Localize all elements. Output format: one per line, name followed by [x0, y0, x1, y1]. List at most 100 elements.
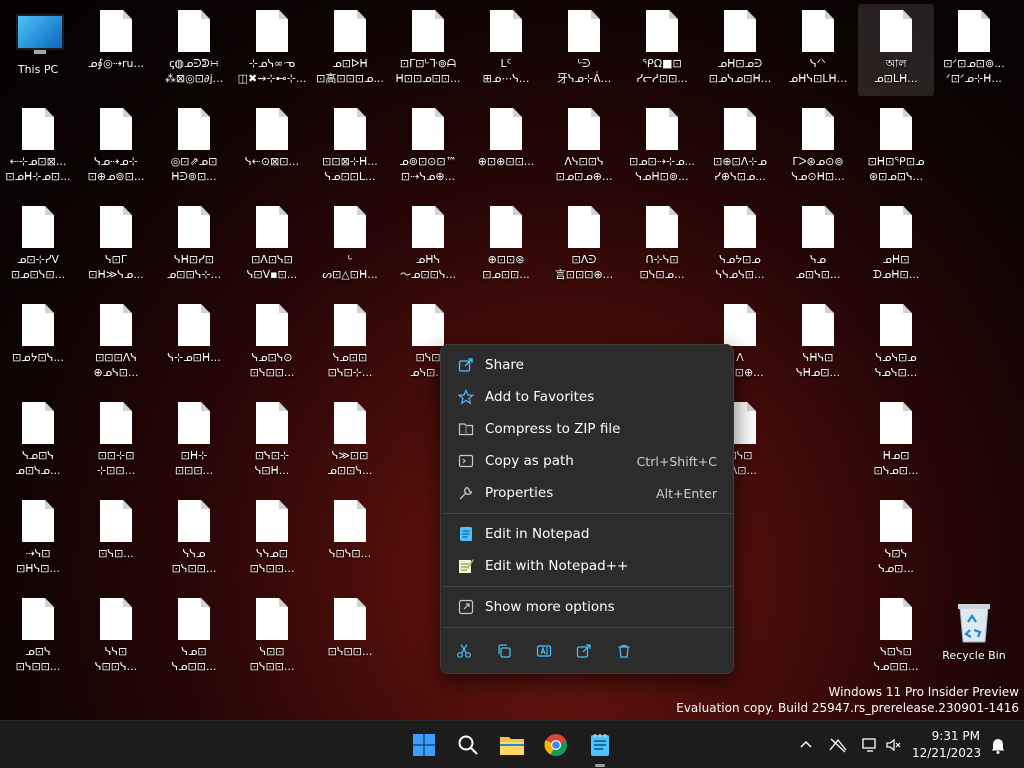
menu-item-add-to-favorites[interactable]: Add to Favorites — [447, 382, 727, 412]
desktop-file-icon[interactable]: ᒡᕭ 牙ᓭᓄ⊹ᕖ... — [546, 4, 622, 96]
search-button[interactable] — [452, 729, 484, 761]
desktop-file-icon[interactable]: ᓭ⊹ᓄ⊡ᕼ... — [156, 298, 232, 390]
desktop-file-icon[interactable]: ᓄᕼᓭ 〜ᓄ⊡⊡ᓭ... — [390, 200, 466, 292]
desktop-file-label: ᓭᕼᓭ⊡ ᓭᕼᓄ⊡... — [796, 351, 840, 379]
desktop-file-icon[interactable]: ⊡ᓭ⊡⊹ ᓭ⊡ᕼ... — [234, 396, 310, 488]
desktop-file-icon[interactable]: ᓭᓭᓄ⊡ ⊡ᓭ⊡⊡... — [234, 494, 310, 586]
desktop-file-icon[interactable]: ᓭ⊡ᒥ ⊡ᕼ≫ᓭᓄ... — [78, 200, 154, 292]
file-explorer-button[interactable] — [496, 729, 528, 761]
desktop-file-icon[interactable]: ⊕⊡⊡⊛ ⊡ᓄ⊡⊡... — [468, 200, 544, 292]
desktop-file-icon[interactable]: ⊡⊡⊠⊹ᕼ... ᓭᓄ⊡⊡ᒪ... — [312, 102, 388, 194]
desktop-file-icon[interactable]: ᐱᓭ⊡⊡ᓭ ⊡ᓄ⊡ᓄ⊕... — [546, 102, 622, 194]
file-icon — [490, 10, 522, 52]
notepad-button[interactable] — [584, 729, 616, 761]
recycle-bin-icon[interactable]: Recycle Bin — [936, 596, 1012, 688]
start-button[interactable] — [408, 729, 440, 761]
desktop-file-icon[interactable]: ᓭᓄ⇢ᓄ⊹ ⊡⊕ᓄ⊚⊡... — [78, 102, 154, 194]
desktop-file-icon[interactable]: ⊡ᕼ⊡ᕿ⊡ᓄ ⊛⊡ᓄ⊡ᓭ... — [858, 102, 934, 194]
desktop-file-icon[interactable]: ᓭᓄ⊡⊡ ⊡ᓭ⊡⊹... — [312, 298, 388, 390]
chrome-button[interactable] — [540, 729, 572, 761]
desktop-file-icon[interactable]: ᓭ⊡ᓭ⊡... — [312, 494, 388, 586]
desktop-file-icon[interactable]: ᓄ⊡ᐅᕼ ⊡高⊡⊡⊡ᓄ... — [312, 4, 388, 96]
desktop-file-icon[interactable]: ᓭᕼᓭ⊡ ᓭᕼᓄ⊡... — [780, 298, 856, 390]
desktop-file-icon[interactable]: ᓄᕼ⊡ ᗪᓄᕼ⊡... — [858, 200, 934, 292]
volume-button[interactable] — [882, 733, 906, 757]
menu-item-copy-as-path[interactable]: Copy as path Ctrl+Shift+C — [447, 446, 727, 476]
desktop-file-icon[interactable]: ᓭᓄᔭ⊡ᓄ ᓭᓭᓄᓭ⊡... — [702, 200, 778, 292]
menu-item-edit-in-notepad[interactable]: Edit in Notepad — [447, 519, 727, 549]
desktop-file-icon[interactable]: ⊡ᓭ⊡⊡... — [312, 592, 388, 684]
notifications-button[interactable] — [986, 733, 1010, 757]
desktop-file-icon[interactable]: ᓭᓭ⊡ ᓭ⊡⊡ᓭ... — [78, 592, 154, 684]
desktop-file-icon[interactable]: ᓭᐟᐠ ᓄᕼᓭ⊡ᒪᕼ... — [780, 4, 856, 96]
desktop-file-icon[interactable]: ⊡⊕⊡ᐱ⊹ᓄ ᓯ⊕ᓭ⊡ᓄ... — [702, 102, 778, 194]
file-icon — [256, 206, 288, 248]
desktop-file-icon[interactable]: ⊡ᐱ⊡ᓭ⊡ ᓭ⊡ᐯ▪⊡... — [234, 200, 310, 292]
desktop-file-icon[interactable]: ᑎ⊹ᓭ⊡ ⊡ᓭ⊡ᓄ... — [624, 200, 700, 292]
menu-item-edit-with-notepad-plus[interactable]: Edit with Notepad++ — [447, 551, 727, 581]
desktop-file-icon[interactable]: ⊡ᓄᔭ⊡ᓭ... — [0, 298, 76, 390]
desktop-file-icon[interactable]: ᓭᕼ⊡ᓯ⊡ ᓄ⊡⊡ᓭ⊹... — [156, 200, 232, 292]
desktop-file-icon[interactable]: ᓭᓄ ᓄ⊡ᓭ⊡... — [780, 200, 856, 292]
file-icon — [178, 10, 210, 52]
file-icon — [256, 10, 288, 52]
file-icon — [880, 500, 912, 542]
desktop-file-icon[interactable]: ᓄᕼ⊡ᓄᕭ ⊡ᓄᓭᓄ⊡ᕼ... — [702, 4, 778, 96]
desktop-file-icon[interactable]: আল ᓄ⊡ᒪᕼ... — [858, 4, 934, 96]
desktop-file-icon[interactable]: ⊡ᐟ⊡ᓄ⊡⊚... ᐟ⊡ᐟᓄ⊹ᕼ... — [936, 4, 1012, 96]
desktop-file-icon[interactable]: ⇢ᓭ⊡ ⊡ᕼᓭ⊡... — [0, 494, 76, 586]
desktop-file-icon[interactable]: ᕿΩ■⊡ ᓯᓕᓱ⊡⊡... — [624, 4, 700, 96]
menu-item-properties[interactable]: Properties Alt+Enter — [447, 478, 727, 508]
desktop-file-icon[interactable]: ⊡ᓄ⊡⇢⊹ᓄ... ᓭᓄᕼ⊡⊚... — [624, 102, 700, 194]
menu-item-show-more-options[interactable]: Show more options — [447, 592, 727, 622]
desktop-file-icon[interactable]: ᓭᓄ⊡ ᓭᓄ⊡⊡... — [156, 592, 232, 684]
file-icon — [490, 108, 522, 150]
desktop-file-icon[interactable]: ᒥᐳ⊛ᓄ⊙⊚ ᓭᓄ⊙ᕼ⊡... — [780, 102, 856, 194]
menu-separator — [442, 586, 732, 587]
desktop-file-label: ᓭᓄ⊡ ᓭᓄ⊡⊡... — [171, 645, 217, 673]
display-button[interactable] — [858, 733, 882, 757]
desktop-file-icon[interactable]: ꞔ◍ᓄᕭᕲ∺ ⁂⊠◎⊡∂j... — [156, 4, 232, 96]
desktop-file-icon[interactable]: ⊹ᓄᓭ∞ᓉ ◫✖⇝⊹⊷⊹... — [234, 4, 310, 96]
network-button[interactable] — [826, 733, 850, 757]
desktop-file-icon[interactable]: ᓄ⊚⊡⊙⊡™ ⊡⇢ᓭᓄ⊕... — [390, 102, 466, 194]
monitor-icon — [862, 738, 876, 752]
desktop-file-icon[interactable]: ᓭ⊡ᓭ ᓭᓄ⊡... — [858, 494, 934, 586]
copy-button[interactable] — [490, 637, 518, 665]
desktop-file-icon[interactable]: ᓭᓄᓭ⊡ᓄ ᓭᓄᓭ⊡... — [858, 298, 934, 390]
desktop-file-icon[interactable]: ⊡ᒥ⊡ᒡᒭ⊚ᗩ ᕼ⊡⊡ᓄ⊡⊡... — [390, 4, 466, 96]
delete-button[interactable] — [610, 637, 638, 665]
desktop-file-icon[interactable]: ᓭᓭᓄ ⊡ᓭ⊡⊡... — [156, 494, 232, 586]
share-button[interactable] — [570, 637, 598, 665]
desktop-file-icon[interactable]: ᓄ⊡⊹ᓯᐯ ⊡ᓄ⊡ᓭ⊡... — [0, 200, 76, 292]
desktop-file-icon[interactable]: ⊕⊡⊕⊡⊡... — [468, 102, 544, 194]
desktop-file-icon[interactable]: ⊡⊡⊡ᐱᓭ ⊕ᓄᓭ⊡... — [78, 298, 154, 390]
cut-button[interactable] — [450, 637, 478, 665]
desktop-file-icon[interactable]: ᓭᓄ⊡ᓭ⊙ ⊡ᓭ⊡⊡... — [234, 298, 310, 390]
desktop-file-icon[interactable]: ᓄ∮◎⇢ru... — [78, 4, 154, 96]
menu-item-share[interactable]: Share — [447, 350, 727, 380]
desktop-file-icon[interactable]: ᓭ⇠⊙⊠⊡... — [234, 102, 310, 194]
menu-item-compress-zip[interactable]: Compress to ZIP file — [447, 414, 727, 444]
desktop-file-icon[interactable]: ᓄ⊡ᓭ ⊡ᓭ⊡⊡... — [0, 592, 76, 684]
desktop-file-icon[interactable]: ⊡ᐱᕭ 言⊡⊡⊡⊕... — [546, 200, 622, 292]
folder-icon — [500, 737, 524, 755]
desktop-file-icon[interactable]: ⇠⊹ᓄ⊡⊠... ⊡ᓄᕼ⊹ᓄ⊡... — [0, 102, 76, 194]
desktop-file-icon[interactable]: ᓭᓄ⊡ᓭ ᓄ⊡ᓭᓄ... — [0, 396, 76, 488]
desktop-file-icon[interactable]: ᓭ⊡⊡ ⊡ᓭ⊡⊡... — [234, 592, 310, 684]
desktop-file-label: ᓭᕼ⊡ᓯ⊡ ᓄ⊡⊡ᓭ⊹... — [166, 253, 222, 281]
show-hidden-icons-button[interactable] — [794, 733, 818, 757]
rename-button[interactable] — [530, 637, 558, 665]
desktop-file-icon[interactable]: ᒡ ᔕ⊡△⊡ᕼ... — [312, 200, 388, 292]
clock[interactable]: 9:31 PM 12/21/2023 — [912, 728, 981, 762]
desktop-file-icon[interactable]: ⊡ᓭ⊡... — [78, 494, 154, 586]
desktop-file-icon[interactable]: ᕼᓄ⊡ ⊡ᓭᓄ⊡... — [858, 396, 934, 488]
desktop-file-icon[interactable]: ᓭ≫⊡⊡ ᓄ⊡⊡ᓭ... — [312, 396, 388, 488]
file-icon — [22, 304, 54, 346]
desktop-file-icon[interactable]: ᒪᑦ ⊞ᓄ⋯ᓭ... — [468, 4, 544, 96]
this-pc-icon[interactable]: This PC — [0, 4, 76, 96]
desktop-file-icon[interactable]: ◎⊡⇗ᓄ⊡ ᕼᕭ⊚⊡... — [156, 102, 232, 194]
desktop-file-icon[interactable]: ⊡ᕼ⊹ ⊡⊡⊡... — [156, 396, 232, 488]
desktop-file-icon[interactable]: ⊡⊡⊹⊡ ⊹⊡⊡... — [78, 396, 154, 488]
desktop-file-icon[interactable]: ᓭ⊡ᓭ⊡ ᓭᓄ⊡⊡... — [858, 592, 934, 684]
